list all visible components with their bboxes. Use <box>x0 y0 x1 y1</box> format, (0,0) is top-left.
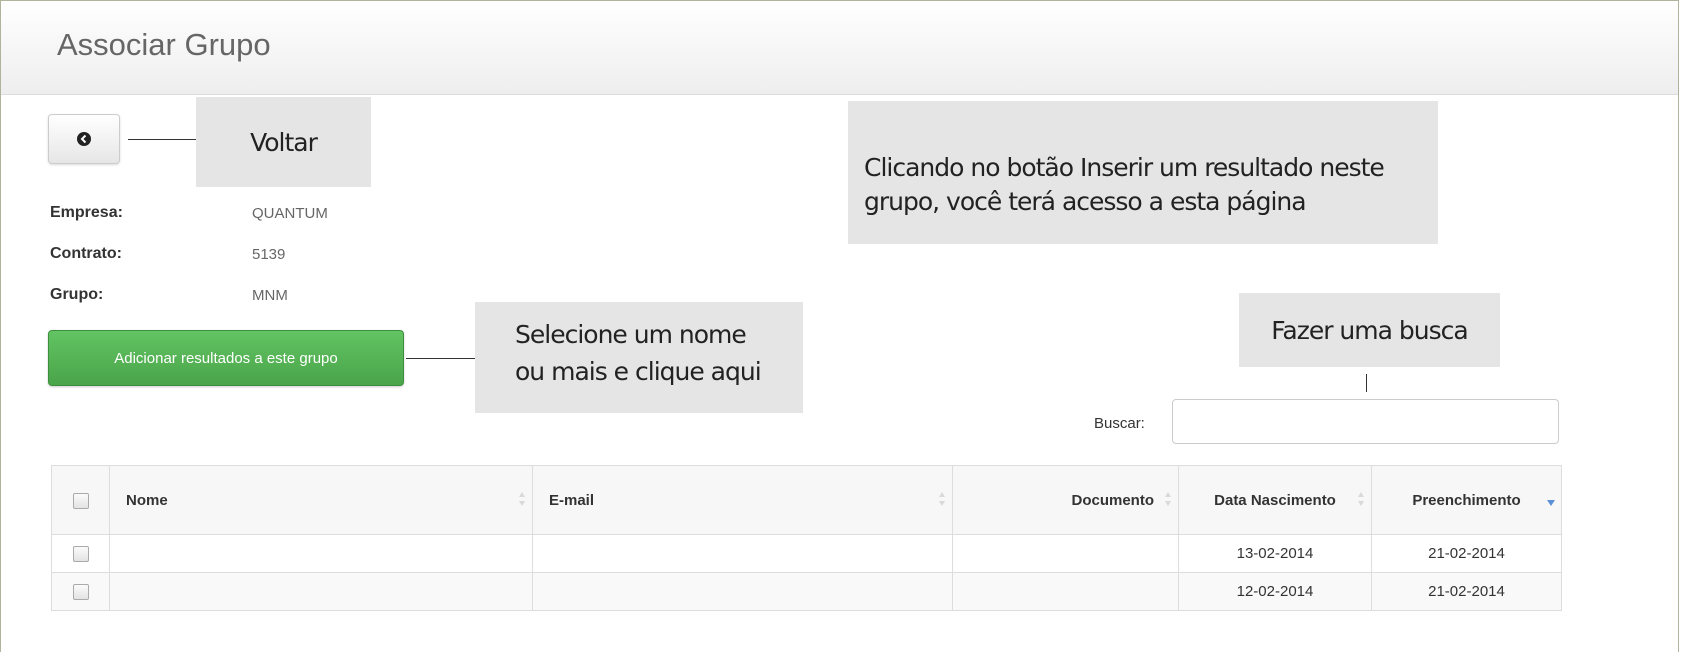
callout-back-text: Voltar <box>250 127 318 157</box>
row-select-cell[interactable] <box>51 534 110 573</box>
callout-insert-line-2: grupo, você terá acesso a esta página <box>864 187 1307 216</box>
cell-documento <box>952 534 1179 573</box>
sort-both-icon <box>519 492 525 506</box>
callout-connector-search <box>1366 374 1367 392</box>
table-header-row: Nome E-mail Documento Data Nascimento Pr… <box>51 465 1562 535</box>
column-header-data-nascimento[interactable]: Data Nascimento <box>1178 465 1372 535</box>
grupo-value: MNM <box>252 287 288 304</box>
circle-arrow-left-icon <box>77 132 91 146</box>
callout-connector-back <box>128 139 196 140</box>
add-results-button[interactable]: Adicionar resultados a este grupo <box>48 330 404 386</box>
cell-data-nascimento: 13-02-2014 <box>1178 534 1372 573</box>
table-row[interactable]: 12-02-2014 21-02-2014 <box>51 572 1562 611</box>
row-select-cell[interactable] <box>51 572 110 611</box>
select-all-checkbox[interactable] <box>72 492 89 509</box>
column-header-preenchimento[interactable]: Preenchimento <box>1371 465 1562 535</box>
empresa-value: QUANTUM <box>252 205 328 222</box>
cell-email <box>532 572 953 611</box>
results-table: Nome E-mail Documento Data Nascimento Pr… <box>51 465 1562 611</box>
table-row[interactable]: 13-02-2014 21-02-2014 <box>51 534 1562 573</box>
column-header-nome[interactable]: Nome <box>109 465 533 535</box>
contrato-label: Contrato: <box>50 245 122 262</box>
page-header: Associar Grupo <box>1 1 1678 95</box>
column-header-preenchimento-label: Preenchimento <box>1412 491 1521 509</box>
cell-nome <box>109 572 533 611</box>
column-header-documento[interactable]: Documento <box>952 465 1179 535</box>
cell-preenchimento: 21-02-2014 <box>1371 534 1562 573</box>
callout-back: Voltar <box>196 97 371 187</box>
cell-preenchimento: 21-02-2014 <box>1371 572 1562 611</box>
callout-search: Fazer uma busca <box>1239 293 1500 367</box>
cell-data-nascimento: 12-02-2014 <box>1178 572 1372 611</box>
row-checkbox[interactable] <box>72 546 89 563</box>
callout-select-line-2: ou mais e clique aqui <box>515 357 762 386</box>
column-header-data-nascimento-label: Data Nascimento <box>1214 491 1336 509</box>
callout-insert: Clicando no botão Inserir um resultado n… <box>848 101 1438 244</box>
grupo-label: Grupo: <box>50 286 104 303</box>
sort-both-icon <box>939 492 945 506</box>
sort-both-icon <box>1358 492 1364 506</box>
search-label: Buscar: <box>1094 415 1145 432</box>
sort-both-icon <box>1165 492 1171 506</box>
callout-select-line-1: Selecione um nome <box>515 320 747 349</box>
cell-nome <box>109 534 533 573</box>
search-input[interactable] <box>1172 399 1559 444</box>
column-header-nome-label: Nome <box>126 491 168 509</box>
cell-email <box>532 534 953 573</box>
callout-search-text: Fazer uma busca <box>1271 315 1468 345</box>
callout-insert-line-1: Clicando no botão Inserir um resultado n… <box>864 153 1385 182</box>
cell-documento <box>952 572 1179 611</box>
column-header-email[interactable]: E-mail <box>532 465 953 535</box>
row-checkbox[interactable] <box>72 584 89 601</box>
page-title: Associar Grupo <box>57 27 271 62</box>
back-button[interactable] <box>48 114 120 164</box>
callout-connector-select <box>406 358 475 359</box>
select-all-cell[interactable] <box>51 465 110 535</box>
column-header-documento-label: Documento <box>1071 491 1155 509</box>
contrato-value: 5139 <box>252 246 286 263</box>
empresa-label: Empresa: <box>50 204 123 221</box>
column-header-email-label: E-mail <box>549 491 595 509</box>
sort-desc-icon <box>1547 500 1555 506</box>
callout-select: Selecione um nome ou mais e clique aqui <box>475 302 803 413</box>
